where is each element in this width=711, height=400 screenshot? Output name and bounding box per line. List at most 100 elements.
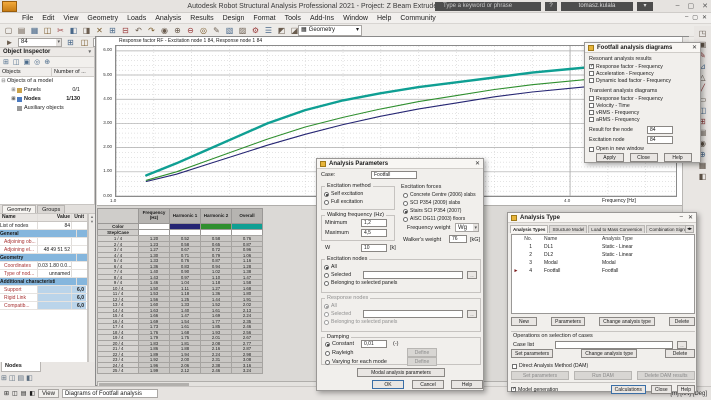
dialog-button[interactable]: Delete [669, 317, 695, 326]
property-row[interactable]: List of nodes 84 [0, 222, 87, 230]
radio-row[interactable]: SCI P354 (2009) slabs [403, 199, 476, 207]
property-row[interactable]: Coordinates 0.03 1.80 0.0... [0, 262, 87, 270]
minimum-input[interactable]: 1,2 [361, 219, 387, 227]
tree-item-row[interactable]: ⊞ Panels 0/1 [0, 86, 94, 95]
toolbar2-icon-2[interactable]: ◫ [79, 37, 90, 48]
dialog-tab[interactable]: Structure Model [549, 225, 587, 233]
define-button[interactable]: Define [407, 357, 437, 366]
select-pointer-icon[interactable]: ► [4, 37, 15, 48]
excitation-browse-button[interactable]: ... [467, 271, 477, 279]
radio-button[interactable] [403, 193, 408, 198]
panel-button[interactable]: Help [664, 153, 692, 162]
status-icon[interactable]: ◫ [12, 390, 18, 397]
damping-rayleigh-row[interactable]: Rayleigh [325, 350, 353, 356]
toolbar-icon[interactable]: ◧ [68, 25, 79, 36]
table-column-header[interactable]: Overall [231, 208, 263, 224]
tab-groups[interactable]: Groups [37, 205, 65, 213]
case-row[interactable]: ► 3 Modal Modal [512, 259, 694, 267]
toolbar-icon[interactable]: ⊟ [120, 25, 131, 36]
menu-item[interactable]: Tools [285, 15, 301, 22]
dam-checkbox-row[interactable]: Direct Analysis Method (DAM) [512, 363, 588, 369]
diagram-checkbox-row[interactable]: ✓ Velocity - Time [589, 102, 663, 109]
checkbox[interactable]: ✓ [589, 96, 594, 101]
dialog-button[interactable]: OK [372, 380, 404, 389]
column-number[interactable]: Number of ... [52, 68, 94, 76]
radio-button[interactable] [324, 320, 329, 325]
dialog-titlebar[interactable]: Analysis Type – ✕ [508, 213, 696, 223]
user-account-menu[interactable]: tomasz.kulala [561, 2, 633, 11]
help-icon[interactable]: ? [545, 2, 557, 11]
right-toolbar-icon[interactable]: ◧ [699, 172, 707, 181]
dialog-button[interactable]: Parameters [551, 317, 585, 326]
property-grid-scrollbar[interactable]: ▲▼ [88, 214, 95, 362]
search-input[interactable]: Type a keyword or phrase [435, 2, 541, 11]
tab-scroll-buttons[interactable]: ◂▸ [685, 225, 694, 233]
frequency-weight-combo[interactable]: Wg ▾ [455, 223, 479, 232]
dialog-button[interactable]: Help [451, 380, 483, 389]
toolbar-icon[interactable]: ◨ [81, 25, 92, 36]
close-icon[interactable]: ✕ [692, 44, 697, 51]
tree-expand-icon[interactable]: ⊞ [10, 95, 17, 104]
menu-item[interactable]: Format [253, 15, 275, 22]
toolbar-icon[interactable]: ▦ [29, 25, 40, 36]
toolbar-icon[interactable]: ↶ [133, 25, 144, 36]
tree-item-row[interactable]: ⊞ Auxiliary objects [0, 104, 94, 113]
checkbox[interactable]: ✓ [589, 71, 594, 76]
checkbox[interactable]: ✓ [589, 117, 594, 122]
bottom-tool-icon[interactable]: ▤ [18, 374, 25, 382]
dialog-button[interactable]: Set parameters [511, 349, 553, 358]
tab-nodes[interactable]: Nodes [1, 362, 41, 372]
excitation-selected-input[interactable] [363, 271, 463, 279]
tree-root-row[interactable]: ⊟ Objects of a model [0, 77, 94, 86]
node-selection-combo[interactable]: 84 ▾ [18, 38, 62, 47]
radio-button[interactable] [324, 281, 329, 286]
diagram-checkbox-row[interactable]: ✓ Dynamic load factor - Frequency [589, 77, 671, 84]
radio-button[interactable] [324, 312, 329, 317]
table-row[interactable]: 25 / 4 1.99 2.12 2.46 3.24 [97, 367, 263, 374]
toolbar-icon[interactable]: ✕ [94, 25, 105, 36]
property-row[interactable]: Additional characteristics [0, 278, 87, 286]
open-new-window-row[interactable]: Open in new window [589, 146, 644, 152]
menu-item[interactable]: Analysis [155, 15, 181, 22]
menu-item[interactable]: View [63, 15, 78, 22]
view-selector[interactable]: ▦ Geometry ▾ [298, 25, 362, 36]
toolbar-icon[interactable]: ◫ [42, 25, 53, 36]
diagram-checkbox-row[interactable]: ✓ aRMS - Frequency [589, 116, 663, 123]
radio-row[interactable]: Belonging to selected panels [324, 318, 478, 326]
dialog-titlebar[interactable]: Analysis Parameters ✕ [317, 159, 483, 169]
case-list-input[interactable] [555, 341, 673, 349]
w-input[interactable]: 10 [361, 244, 387, 252]
tab-geometry[interactable]: Geometry [2, 205, 36, 213]
tree-expand-icon[interactable]: ⊞ [10, 86, 17, 95]
menu-item[interactable]: Geometry [87, 15, 118, 22]
close-icon[interactable]: ✕ [688, 214, 693, 221]
table-column-header[interactable]: Frequency (Hz) [138, 208, 170, 224]
radio-row[interactable]: Concrete Centre (2006) slabs [403, 191, 476, 199]
bottom-tool-icon[interactable]: ⊞ [1, 374, 7, 382]
radio-button[interactable] [324, 304, 329, 309]
checkbox[interactable]: ✓ [511, 387, 516, 392]
menu-item[interactable]: Community [400, 15, 435, 22]
minimize-icon[interactable]: – [676, 2, 680, 10]
checkbox[interactable]: ✓ [589, 110, 594, 115]
radio-button[interactable] [403, 209, 408, 214]
excitation-node-input[interactable]: 84 [647, 136, 673, 144]
toolbar-icon[interactable]: ✎ [211, 25, 222, 36]
toolbar-icon[interactable]: ⊖ [185, 25, 196, 36]
radio-row[interactable]: All [324, 302, 478, 310]
table-column-header[interactable]: Harmonic 2 [200, 208, 232, 224]
bottom-tool-icon[interactable]: ◫ [9, 374, 16, 382]
property-row[interactable]: Rigid Link 6,0 [0, 294, 87, 302]
toolbar-icon[interactable]: ✂ [55, 25, 66, 36]
define-button[interactable]: Define [407, 348, 437, 357]
radio-row[interactable]: Belonging to selected panels [324, 279, 478, 287]
radio-row[interactable]: AISC DG11 (2003) floors [403, 215, 476, 223]
property-row[interactable]: Adjoining ob... [0, 238, 87, 246]
right-toolbar-icon[interactable]: ◳ [699, 29, 707, 38]
damping-constant-row[interactable]: Constant [325, 341, 354, 347]
menu-item[interactable]: File [22, 15, 33, 22]
dialog-button[interactable]: Delete [665, 349, 695, 358]
checkbox[interactable]: ✓ [589, 64, 594, 69]
notification-icon[interactable]: ▾ [637, 2, 653, 11]
status-icon[interactable]: ▤ [21, 390, 27, 397]
